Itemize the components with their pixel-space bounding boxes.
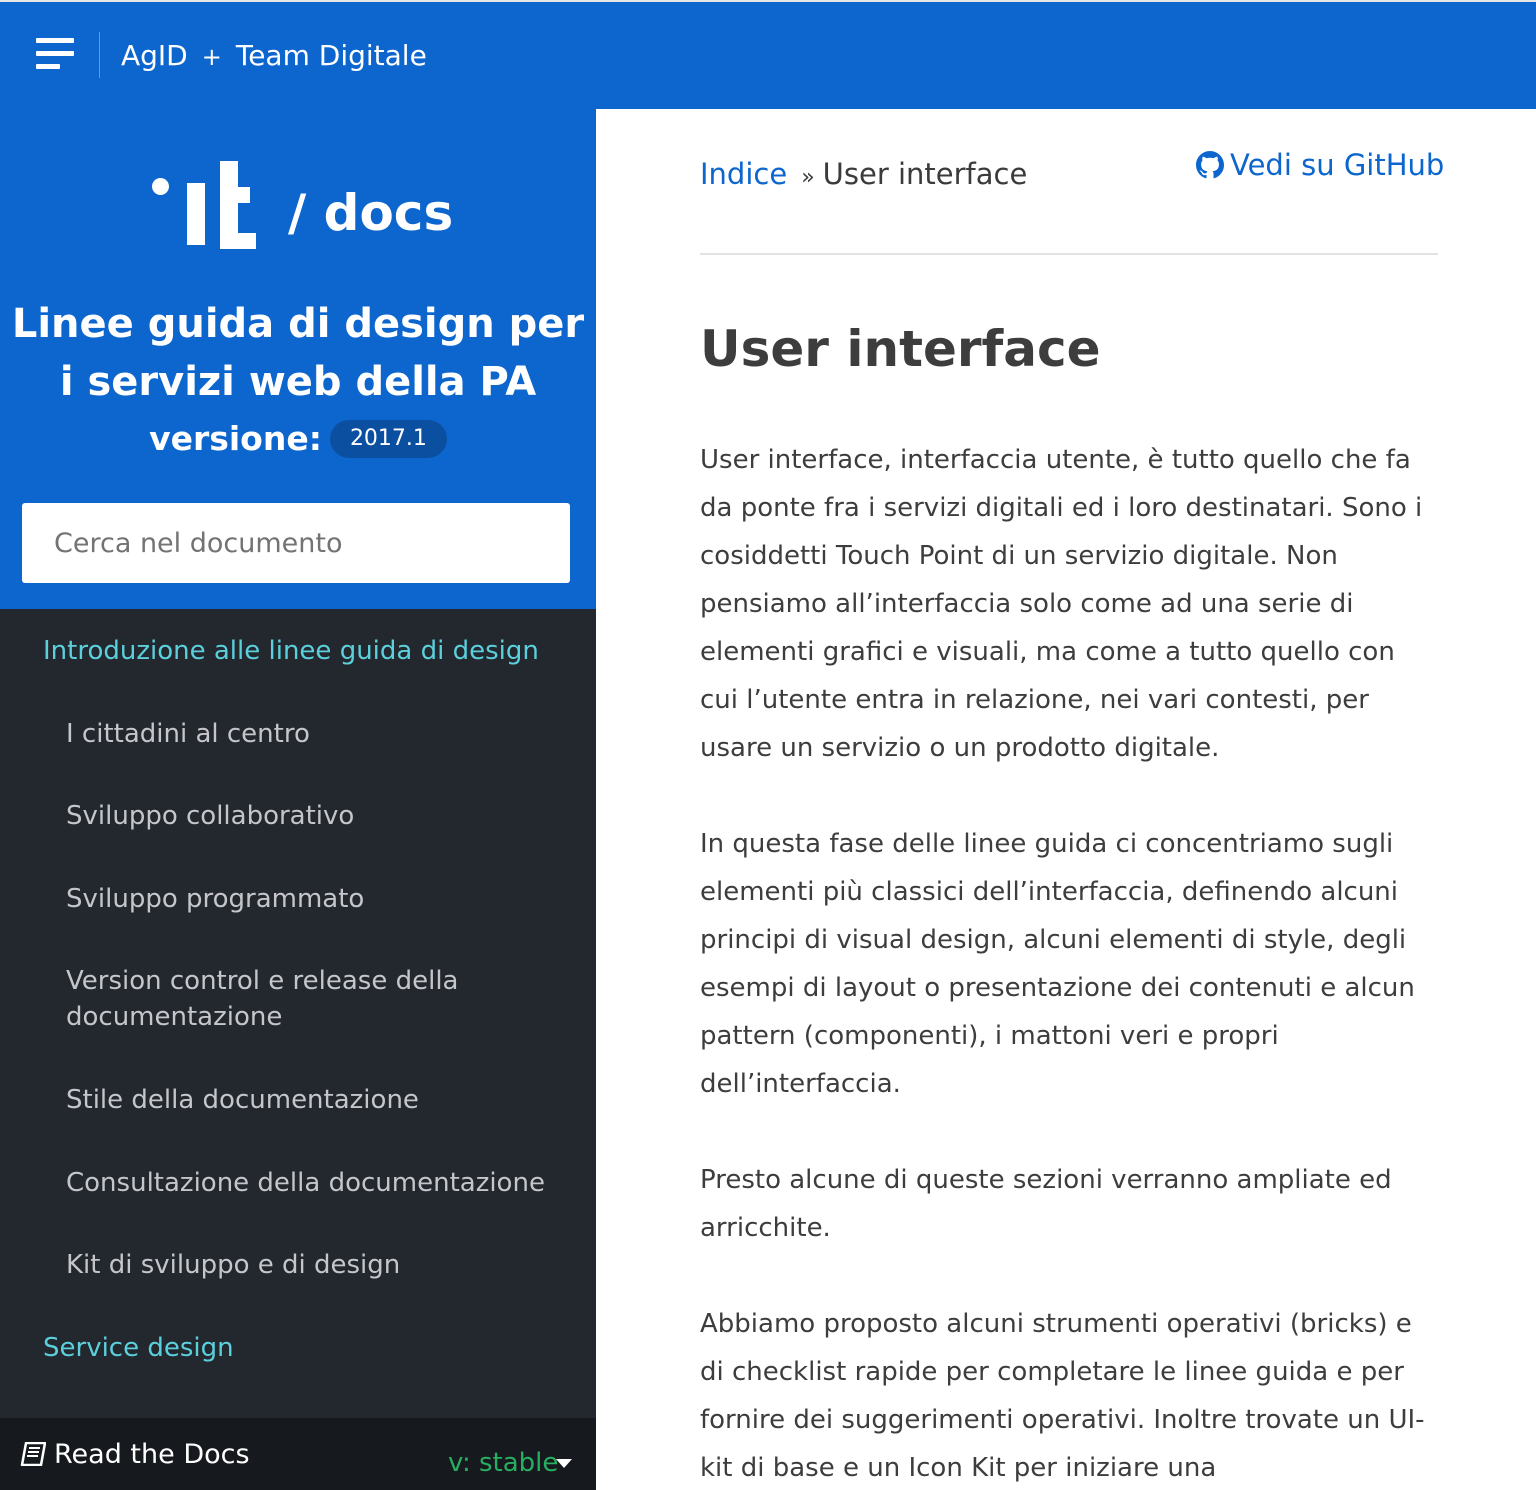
nav-item-stile[interactable]: Stile della documentazione [66,1082,419,1118]
main-content: Indice » User interface Vedi su GitHub Use… [596,109,1536,1490]
logo-docs-text: / docs [288,184,454,242]
nav-item-consultazione[interactable]: Consultazione della documentazione [66,1165,545,1201]
topbar-divider [99,32,100,78]
caret-down-icon[interactable] [556,1459,572,1468]
project-title: Linee guida di design per i servizi web … [11,301,585,405]
version-row: versione: 2017.1 [0,419,596,458]
rtd-label[interactable]: Read the Docs [54,1437,250,1473]
brand-agid: AgID [121,39,188,72]
nav-caption-introduzione[interactable]: Introduzione alle linee guida di design [43,633,539,669]
paragraph-4: Abbiamo proposto alcuni strumenti operat… [700,1309,1425,1483]
book-icon [20,1442,46,1466]
paragraph-1: User interface, interfaccia utente, è tu… [700,445,1423,763]
breadcrumb-current: User interface [822,157,1028,191]
nav-item-cittadini[interactable]: I cittadini al centro [66,716,310,752]
breadcrumb: Indice » User interface [700,154,1027,198]
sidebar-header: / docs Linee guida di design per i servi… [0,109,596,609]
rtd-version-bar[interactable]: Read the Docs v: stable [0,1418,596,1490]
rtd-version[interactable]: v: stable [448,1445,558,1481]
paragraph-3: Presto alcune di queste sezioni verranno… [700,1165,1392,1243]
docs-logo[interactable]: / docs [150,157,454,249]
nav-caption-service-design[interactable]: Service design [43,1330,234,1366]
github-icon [1196,151,1224,179]
breadcrumb-separator: » [801,165,815,190]
paragraph-2: In questa fase delle linee guida ci conc… [700,829,1415,1099]
breadcrumb-divider [700,253,1438,255]
github-link[interactable]: Vedi su GitHub [1196,145,1444,185]
page-title: User interface [700,320,1101,378]
sidebar-nav: Introduzione alle linee guida di design … [0,609,596,1418]
nav-item-sviluppo-programmato[interactable]: Sviluppo programmato [66,881,364,917]
version-badge: 2017.1 [329,419,447,458]
breadcrumb-home-link[interactable]: Indice [700,157,787,191]
top-bar: AgID + Team Digitale [0,0,1536,109]
hamburger-menu-icon[interactable] [36,38,76,72]
nav-item-kit[interactable]: Kit di sviluppo e di design [66,1247,400,1283]
brand-plus: + [201,43,222,71]
brand-team-digitale: Team Digitale [235,39,427,72]
version-label: versione: [149,419,322,458]
nav-item-version-control[interactable]: Version control e release della document… [66,963,536,1035]
github-link-label: Vedi su GitHub [1230,148,1445,182]
search-input[interactable] [22,503,570,583]
nav-item-sviluppo-collaborativo[interactable]: Sviluppo collaborativo [66,798,354,834]
topbar-brand[interactable]: AgID + Team Digitale [121,36,427,77]
